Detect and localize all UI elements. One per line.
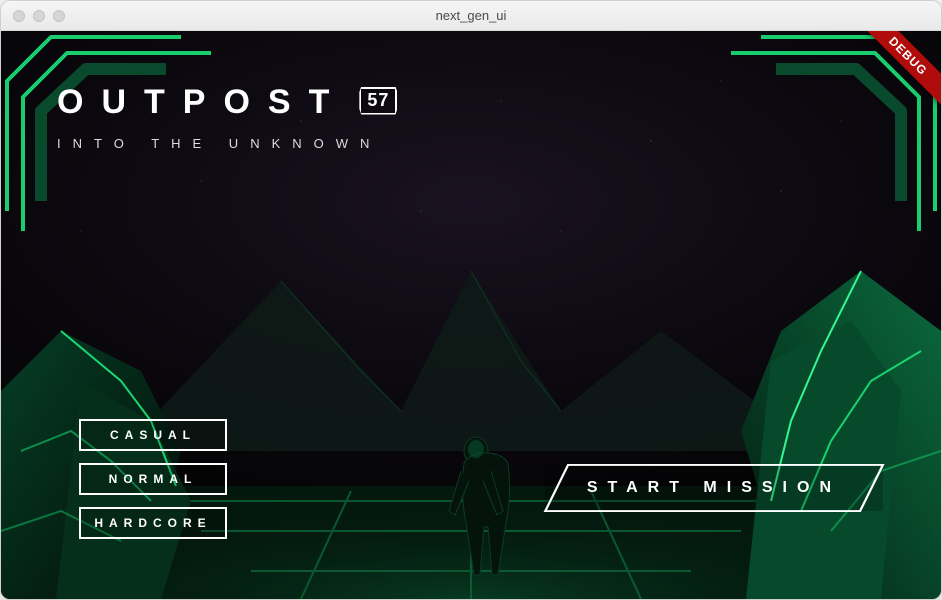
- window-controls: [13, 10, 65, 22]
- game-viewport: OUTPOST 57 INTO THE UNKNOWN CASUAL NORMA…: [1, 31, 941, 599]
- game-title: OUTPOST: [57, 83, 347, 122]
- zoom-dot-icon[interactable]: [53, 10, 65, 22]
- scene-background: OUTPOST 57 INTO THE UNKNOWN CASUAL NORMA…: [1, 31, 941, 599]
- difficulty-label: CASUAL: [110, 428, 196, 442]
- minimize-dot-icon[interactable]: [33, 10, 45, 22]
- window-title: next_gen_ui: [1, 8, 941, 23]
- difficulty-selector: CASUAL NORMAL HARDCORE: [79, 419, 227, 539]
- difficulty-option-casual[interactable]: CASUAL: [79, 419, 227, 451]
- close-dot-icon[interactable]: [13, 10, 25, 22]
- titlebar: next_gen_ui: [1, 1, 941, 31]
- game-subtitle: INTO THE UNKNOWN: [57, 136, 397, 151]
- game-title-block: OUTPOST 57 INTO THE UNKNOWN: [57, 83, 397, 151]
- app-window: next_gen_ui: [0, 0, 942, 600]
- game-title-number-badge: 57: [359, 87, 397, 115]
- difficulty-option-hardcore[interactable]: HARDCORE: [79, 507, 227, 539]
- start-mission-wrap: START MISSION: [545, 465, 883, 511]
- difficulty-option-normal[interactable]: NORMAL: [79, 463, 227, 495]
- start-mission-button[interactable]: START MISSION: [545, 465, 883, 511]
- difficulty-label: NORMAL: [109, 472, 198, 486]
- difficulty-label: HARDCORE: [94, 516, 211, 530]
- start-button-border-icon: [543, 463, 885, 513]
